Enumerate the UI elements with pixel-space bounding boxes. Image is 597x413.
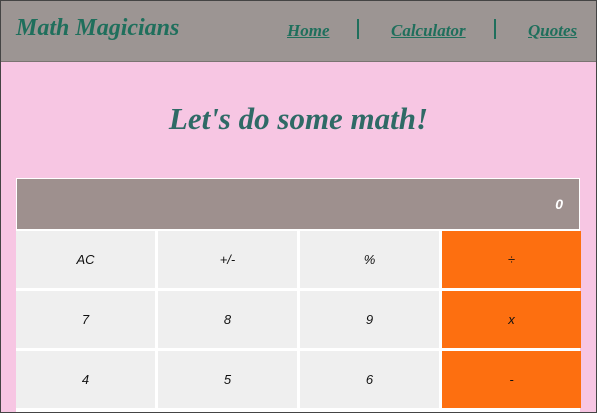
nav-link-quotes[interactable]: Quotes [528, 21, 577, 41]
key-4[interactable]: 4 [16, 351, 155, 408]
key-6[interactable]: 6 [300, 351, 439, 408]
key-8[interactable]: 8 [158, 291, 297, 348]
calculator: 0 AC +/- % ÷ 7 8 9 x 4 5 6 - [16, 178, 581, 412]
brand-title: Math Magicians [16, 15, 180, 41]
nav-link-home[interactable]: Home [287, 21, 330, 41]
nav-link-calculator[interactable]: Calculator [391, 21, 466, 41]
page-heading: Let's do some math! [168, 101, 429, 136]
key-multiply[interactable]: x [442, 291, 581, 348]
calculator-display: 0 [17, 179, 579, 229]
key-subtract[interactable]: - [442, 351, 581, 408]
key-toggle-sign[interactable]: +/- [158, 231, 297, 288]
key-9[interactable]: 9 [300, 291, 439, 348]
nav-separator [357, 19, 359, 39]
navbar: Math Magicians Home Calculator Quotes [1, 1, 596, 62]
app-window: Math Magicians Home Calculator Quotes Le… [0, 0, 597, 413]
calculator-keypad: AC +/- % ÷ 7 8 9 x 4 5 6 - [16, 231, 581, 408]
key-divide[interactable]: ÷ [442, 231, 581, 288]
key-percent[interactable]: % [300, 231, 439, 288]
key-5[interactable]: 5 [158, 351, 297, 408]
key-7[interactable]: 7 [16, 291, 155, 348]
nav-separator [494, 19, 496, 39]
key-all-clear[interactable]: AC [16, 231, 155, 288]
